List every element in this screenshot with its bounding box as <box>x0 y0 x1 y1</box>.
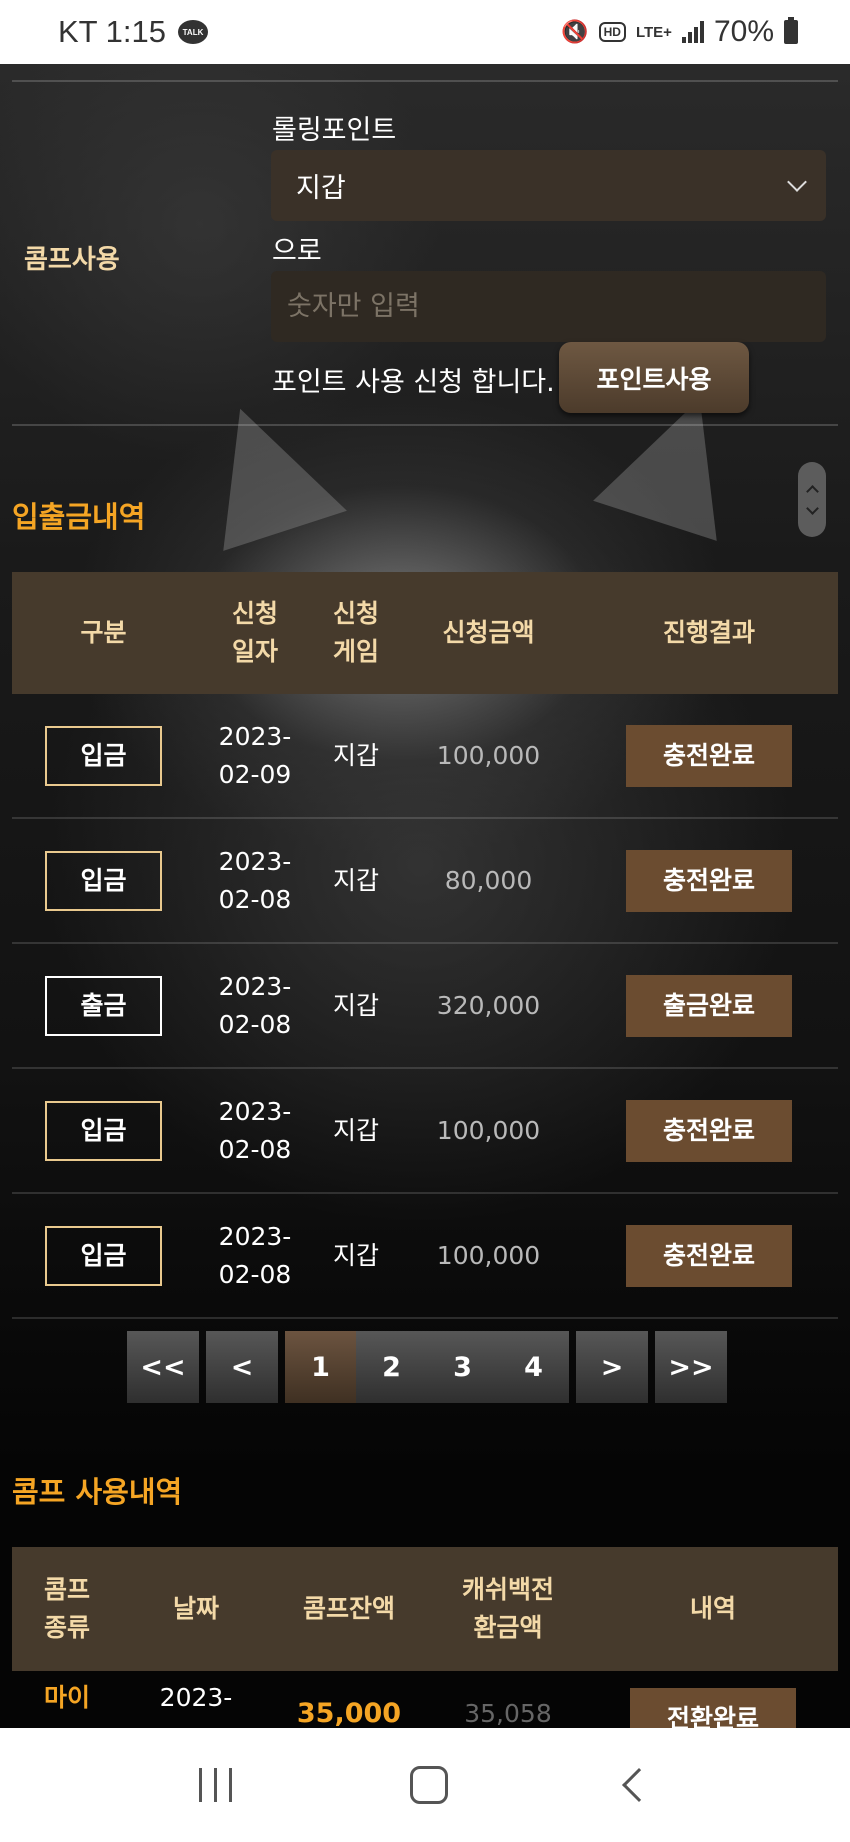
header-game: 신청게임 <box>332 599 379 666</box>
background-art <box>183 387 347 551</box>
wallet-select[interactable]: 지갑 <box>271 150 826 221</box>
chevron-down-icon[interactable] <box>805 501 819 515</box>
back-icon[interactable] <box>621 1768 656 1802</box>
comp-history-header: 콤프종류 날짜 콤프잔액 캐쉬백전환금액 내역 <box>12 1547 838 1671</box>
recent-apps-icon[interactable] <box>199 1768 233 1802</box>
header-result: 진행결과 <box>662 618 755 647</box>
header-detail: 내역 <box>689 1594 736 1623</box>
row-cashback: 35,058 <box>464 1699 552 1728</box>
page-4-button[interactable]: 4 <box>498 1331 569 1403</box>
row-game: 지갑 <box>332 865 379 895</box>
comp-history-title: 콤프 사용내역 <box>12 1475 183 1509</box>
scroll-control[interactable] <box>798 462 826 537</box>
row-comp-kind: 마이 <box>43 1683 90 1712</box>
talk-icon: TALK <box>178 20 209 44</box>
signal-icon <box>681 21 704 43</box>
table-row: 입금 2023-02-08 지갑 100,000 충전완료 <box>12 1194 838 1319</box>
lte-icon: LTE+ <box>635 23 672 41</box>
table-row: 입금 2023-02-08 지갑 100,000 충전완료 <box>12 1069 838 1194</box>
transactions-title: 입출금내역 <box>12 500 146 534</box>
status-badge: 충전완료 <box>626 1099 792 1162</box>
battery-percent: 70% <box>713 15 774 48</box>
page-2-button[interactable]: 2 <box>356 1331 427 1403</box>
battery-icon <box>784 17 798 44</box>
row-date: 2023-02-08 <box>218 971 292 1039</box>
comp-use-label: 콤프사용 <box>24 245 120 275</box>
type-badge: 입금 <box>45 725 162 786</box>
table-row: 마이 2023- 35,000 35,058 전환완료 <box>12 1671 838 1728</box>
type-badge: 입금 <box>45 850 162 911</box>
mute-icon: 🔇 <box>561 19 589 44</box>
type-badge: 입금 <box>45 1100 162 1161</box>
row-amount: 100,000 <box>436 740 541 770</box>
header-comp-balance: 콤프잔액 <box>302 1594 395 1623</box>
header-type: 구분 <box>80 618 127 647</box>
prev-page-button[interactable]: < <box>206 1331 278 1403</box>
divider <box>12 80 838 82</box>
table-row: 입금 2023-02-09 지갑 100,000 충전완료 <box>12 694 838 819</box>
to-label: 으로 <box>272 236 322 267</box>
row-amount: 80,000 <box>444 865 533 895</box>
chevron-down-icon <box>787 171 807 192</box>
transactions-header: 구분 신청일자 신청게임 신청금액 진행결과 <box>12 572 838 694</box>
rolling-point-label: 롤링포인트 <box>272 115 397 146</box>
divider <box>12 424 838 426</box>
use-point-button[interactable]: 포인트사용 <box>559 342 749 413</box>
page-numbers: 1 2 3 4 <box>285 1331 569 1403</box>
page-3-button[interactable]: 3 <box>427 1331 498 1403</box>
status-right: 🔇 HD LTE+ 70% <box>561 15 798 49</box>
page-1-button[interactable]: 1 <box>285 1331 356 1403</box>
row-amount: 100,000 <box>436 1115 541 1145</box>
row-comp-balance: 35,000 <box>296 1698 402 1728</box>
row-date: 2023-02-09 <box>218 721 292 789</box>
status-badge: 전환완료 <box>630 1688 796 1728</box>
status-badge: 출금완료 <box>626 974 792 1037</box>
status-badge: 충전완료 <box>626 724 792 787</box>
row-date: 2023- <box>159 1683 233 1712</box>
header-date: 날짜 <box>172 1594 219 1623</box>
pagination: << < 1 2 3 4 > >> <box>127 1331 727 1403</box>
row-amount: 100,000 <box>436 1240 541 1270</box>
home-icon[interactable] <box>410 1766 449 1804</box>
status-left: KT 1:15 TALK <box>58 14 209 50</box>
status-badge: 충전완료 <box>626 1224 792 1287</box>
next-page-button[interactable]: > <box>576 1331 648 1403</box>
row-amount: 320,000 <box>436 990 541 1020</box>
apply-text: 포인트 사용 신청 합니다. <box>272 367 555 398</box>
carrier-time: KT 1:15 <box>58 14 167 49</box>
hd-icon: HD <box>598 22 626 42</box>
header-date: 신청일자 <box>231 599 278 666</box>
wallet-select-value: 지갑 <box>296 173 346 204</box>
point-amount-input[interactable] <box>271 271 826 342</box>
header-comp-kind: 콤프종류 <box>43 1575 90 1642</box>
row-date: 2023-02-08 <box>218 1221 292 1289</box>
header-cashback: 캐쉬백전환금액 <box>461 1575 554 1642</box>
row-date: 2023-02-08 <box>218 846 292 914</box>
chevron-up-icon[interactable] <box>805 484 819 498</box>
row-game: 지갑 <box>332 1240 379 1270</box>
row-game: 지갑 <box>332 740 379 770</box>
first-page-button[interactable]: << <box>127 1331 199 1403</box>
row-game: 지갑 <box>332 990 379 1020</box>
header-amount: 신청금액 <box>442 618 535 647</box>
status-badge: 충전완료 <box>626 849 792 912</box>
system-nav-bar <box>0 1728 850 1842</box>
status-bar: KT 1:15 TALK 🔇 HD LTE+ 70% <box>0 0 850 64</box>
page-content: 콤프사용 롤링포인트 지갑 으로 포인트 사용 신청 합니다. 포인트사용 입출… <box>0 64 850 1728</box>
table-row: 출금 2023-02-08 지갑 320,000 출금완료 <box>12 944 838 1069</box>
table-row: 입금 2023-02-08 지갑 80,000 충전완료 <box>12 819 838 944</box>
row-game: 지갑 <box>332 1115 379 1145</box>
type-badge: 출금 <box>45 975 162 1036</box>
last-page-button[interactable]: >> <box>655 1331 727 1403</box>
type-badge: 입금 <box>45 1225 162 1286</box>
row-date: 2023-02-08 <box>218 1096 292 1164</box>
